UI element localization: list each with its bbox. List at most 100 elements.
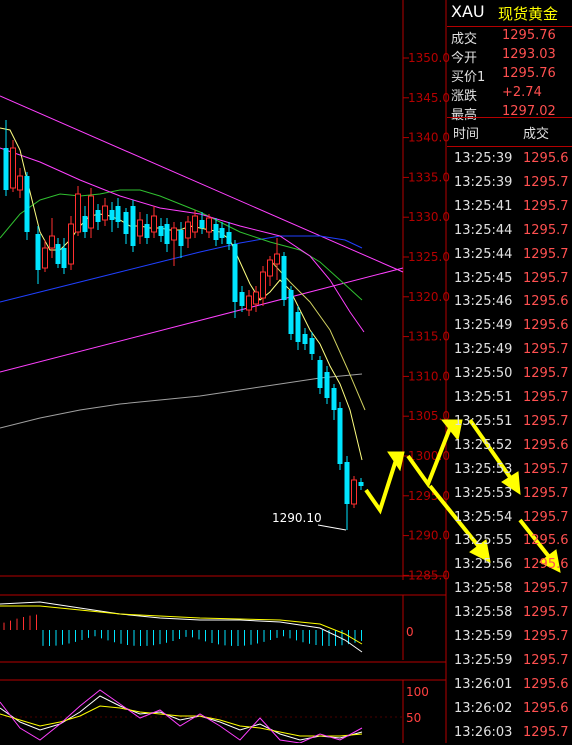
tick-price: 1295.7 (523, 270, 569, 286)
candle-up (49, 235, 55, 249)
candle-down (317, 360, 323, 388)
candle-down (24, 176, 30, 232)
quote-value: 1295.76 (502, 66, 556, 81)
candle-down (61, 248, 67, 268)
tick-price: 1295.7 (523, 629, 569, 644)
candle-down (213, 224, 219, 240)
candle-up (171, 227, 177, 241)
tick-table-header: 时间 成交 (447, 117, 572, 147)
quote-row: 成交 1295.76 (447, 27, 572, 47)
tick-row[interactable]: 13:25:39 1295.7 (447, 171, 572, 195)
macd-dea-line (0, 605, 363, 645)
candle-up (192, 215, 198, 233)
tick-row[interactable]: 13:25:53 1295.7 (447, 458, 572, 482)
tick-price: 1295.7 (523, 413, 569, 429)
tick-price: 1295.7 (523, 724, 569, 740)
tick-time: 13:25:44 (454, 246, 513, 262)
kdj-label-100: 100 (406, 685, 429, 699)
quote-label: 买价1 (451, 70, 486, 85)
tick-row[interactable]: 13:25:45 1295.7 (447, 267, 572, 291)
tick-price: 1295.6 (523, 437, 569, 453)
tick-row[interactable]: 13:25:41 1295.7 (447, 195, 572, 219)
tick-time: 13:25:59 (454, 652, 513, 668)
price-tick-label: 1325.0 (408, 250, 450, 264)
candle-down (358, 482, 364, 486)
tick-time: 13:25:39 (454, 151, 513, 166)
candle-down (95, 210, 101, 222)
candle-up (75, 193, 81, 233)
tick-row[interactable]: 13:25:58 1295.7 (447, 577, 572, 601)
candle-up (185, 221, 191, 239)
tick-row[interactable]: 13:25:49 1295.7 (447, 338, 572, 362)
tick-time: 13:25:55 (454, 533, 513, 549)
candle-down (232, 244, 238, 302)
candle-down (295, 312, 301, 342)
candle-down (164, 224, 170, 244)
tick-row[interactable]: 13:25:51 1295.7 (447, 386, 572, 410)
tick-price: 1295.7 (523, 652, 569, 668)
tick-time: 13:25:58 (454, 605, 513, 621)
candle-down (239, 292, 245, 306)
candle-down (158, 226, 164, 236)
tick-row[interactable]: 13:25:58 1295.7 (447, 601, 572, 625)
tick-row[interactable]: 13:25:50 1295.7 (447, 362, 572, 386)
tick-price: 1295.7 (523, 174, 569, 190)
tick-price: 1295.6 (523, 676, 569, 692)
tick-price: 1295.6 (523, 533, 569, 549)
tick-row[interactable]: 13:25:52 1295.6 (447, 434, 572, 458)
tick-header-time: 时间 (453, 127, 480, 142)
tick-row[interactable]: 13:26:01 1295.6 (447, 673, 572, 697)
tick-row[interactable]: 13:26:02 1295.6 (447, 697, 572, 721)
candle-down (35, 234, 41, 270)
candle-down (178, 230, 184, 246)
tick-time: 13:25:44 (454, 222, 513, 238)
tick-price: 1295.6 (523, 318, 569, 334)
tick-time: 13:25:56 (454, 557, 513, 573)
candle-down (199, 220, 205, 228)
candle-down (82, 216, 88, 232)
tick-row[interactable]: 13:25:46 1295.6 (447, 290, 572, 314)
candle-down (309, 338, 315, 354)
tick-price: 1295.7 (523, 366, 569, 382)
candle-down (337, 408, 343, 464)
symbol-code: XAU (451, 2, 485, 21)
tick-row[interactable]: 13:25:55 1295.6 (447, 529, 572, 553)
tick-row[interactable]: 13:25:56 1295.6 (447, 553, 572, 577)
tick-row[interactable]: 13:25:54 1295.7 (447, 506, 572, 530)
kdj-label-50: 50 (406, 711, 421, 725)
tick-time: 13:25:53 (454, 461, 513, 477)
zigzag-arrow (364, 459, 398, 515)
tick-price: 1295.7 (523, 222, 569, 238)
tick-time: 13:25:49 (454, 318, 513, 334)
tick-time: 13:25:49 (454, 342, 513, 358)
tick-row[interactable]: 13:25:59 1295.7 (447, 625, 572, 649)
tick-row[interactable]: 13:25:44 1295.7 (447, 219, 572, 243)
tick-time: 13:25:58 (454, 581, 513, 597)
tick-row[interactable]: 13:25:51 1295.7 (447, 410, 572, 434)
tick-time: 13:25:50 (454, 366, 513, 382)
price-tick-label: 1300.0 (408, 449, 450, 463)
ma-yellow-line (0, 127, 363, 461)
tick-row[interactable]: 13:26:03 1295.7 (447, 721, 572, 745)
candle-up (253, 291, 259, 305)
tick-row[interactable]: 13:25:49 1295.6 (447, 314, 572, 338)
quote-row: 今开 1293.03 (447, 46, 572, 66)
tick-time: 13:25:51 (454, 390, 513, 405)
candle-down (226, 232, 232, 244)
tick-time: 13:25:54 (454, 509, 513, 525)
quote-value: +2.74 (502, 85, 542, 100)
tick-time: 13:25:51 (454, 413, 513, 429)
tick-row[interactable]: 13:25:44 1295.7 (447, 243, 572, 267)
price-tick-label: 1310.0 (408, 369, 450, 383)
tick-row[interactable]: 13:25:39 1295.6 (447, 147, 572, 171)
candle-up (17, 175, 23, 191)
low-price-pointer (317, 524, 347, 531)
price-tick-label: 1330.0 (408, 210, 450, 224)
tick-price: 1295.7 (523, 390, 569, 405)
tick-row[interactable]: 13:25:53 1295.7 (447, 482, 572, 506)
tick-price: 1295.7 (523, 509, 569, 525)
price-tick-label: 1290.0 (408, 529, 450, 543)
tick-row[interactable]: 13:25:59 1295.7 (447, 649, 572, 673)
candle-down (288, 290, 294, 334)
tick-time: 13:26:02 (454, 700, 513, 716)
